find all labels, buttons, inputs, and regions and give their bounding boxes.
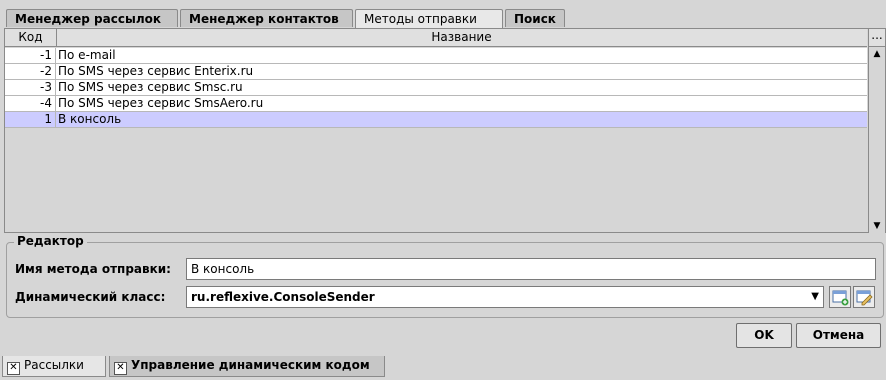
edit-window-icon <box>856 290 873 306</box>
tab-label: Методы отправки <box>364 12 477 26</box>
tab-contact-manager[interactable]: Менеджер контактов <box>180 9 353 27</box>
table-row[interactable]: -1 По e-mail <box>5 48 867 64</box>
scroll-down-icon[interactable]: ▼ <box>869 219 885 233</box>
tab-label: Управление динамическим кодом <box>131 358 370 372</box>
tab-label: Поиск <box>514 12 556 26</box>
close-icon[interactable]: ✕ <box>7 362 20 375</box>
new-class-button[interactable] <box>829 286 851 308</box>
cell-code: -1 <box>5 48 56 63</box>
tab-search[interactable]: Поиск <box>505 9 565 27</box>
cell-name: В консоль <box>58 112 122 126</box>
cell-name: По e-mail <box>58 48 116 62</box>
edit-class-button[interactable] <box>853 286 875 308</box>
dynamic-class-value: ru.reflexive.ConsoleSender <box>191 290 375 304</box>
cell-code: 1 <box>5 112 56 127</box>
cell-name: По SMS через сервис Smsc.ru <box>58 80 243 94</box>
editor-title: Редактор <box>14 234 87 248</box>
dynamic-class-label: Динамический класс: <box>15 290 166 304</box>
cell-name: По SMS через сервис SmsAero.ru <box>58 96 264 110</box>
column-header-name[interactable]: Название <box>56 29 867 46</box>
tab-mailing-manager[interactable]: Менеджер рассылок <box>6 9 178 27</box>
table-row-selected[interactable]: 1 В консоль <box>5 112 867 128</box>
bottom-tab-dynamic-code[interactable]: ✕ Управление динамическим кодом <box>109 356 385 377</box>
add-window-icon <box>832 290 849 306</box>
table-row[interactable]: -2 По SMS через сервис Enterix.ru <box>5 64 867 80</box>
method-name-label: Имя метода отправки: <box>15 262 171 276</box>
tab-label: Менеджер рассылок <box>15 12 161 26</box>
column-menu-button[interactable]: ... <box>868 29 885 47</box>
method-name-input[interactable]: В консоль <box>186 258 876 280</box>
tab-send-methods[interactable]: Методы отправки <box>355 9 503 28</box>
methods-table: Код Название ... -1 По e-mail -2 По SMS … <box>4 28 886 233</box>
cell-code: -3 <box>5 80 56 95</box>
bottom-tab-mailings[interactable]: ✕ Рассылки <box>2 356 106 377</box>
close-icon[interactable]: ✕ <box>114 362 127 375</box>
table-row[interactable]: -3 По SMS через сервис Smsc.ru <box>5 80 867 96</box>
cell-name: По SMS через сервис Enterix.ru <box>58 64 254 78</box>
chevron-down-icon[interactable]: ▼ <box>811 291 819 302</box>
table-header: Код Название <box>5 29 867 47</box>
ok-button[interactable]: OK <box>736 323 792 348</box>
scroll-up-icon[interactable]: ▲ <box>869 47 885 61</box>
cell-code: -2 <box>5 64 56 79</box>
cell-code: -4 <box>5 96 56 111</box>
dynamic-class-select[interactable]: ru.reflexive.ConsoleSender ▼ <box>186 286 824 308</box>
tab-label: Менеджер контактов <box>189 12 339 26</box>
table-row[interactable]: -4 По SMS через сервис SmsAero.ru <box>5 96 867 112</box>
cancel-button[interactable]: Отмена <box>796 323 881 348</box>
column-header-code[interactable]: Код <box>5 29 57 46</box>
tab-label: Рассылки <box>24 358 84 372</box>
vertical-scrollbar[interactable]: ▲ ▼ <box>868 47 885 233</box>
